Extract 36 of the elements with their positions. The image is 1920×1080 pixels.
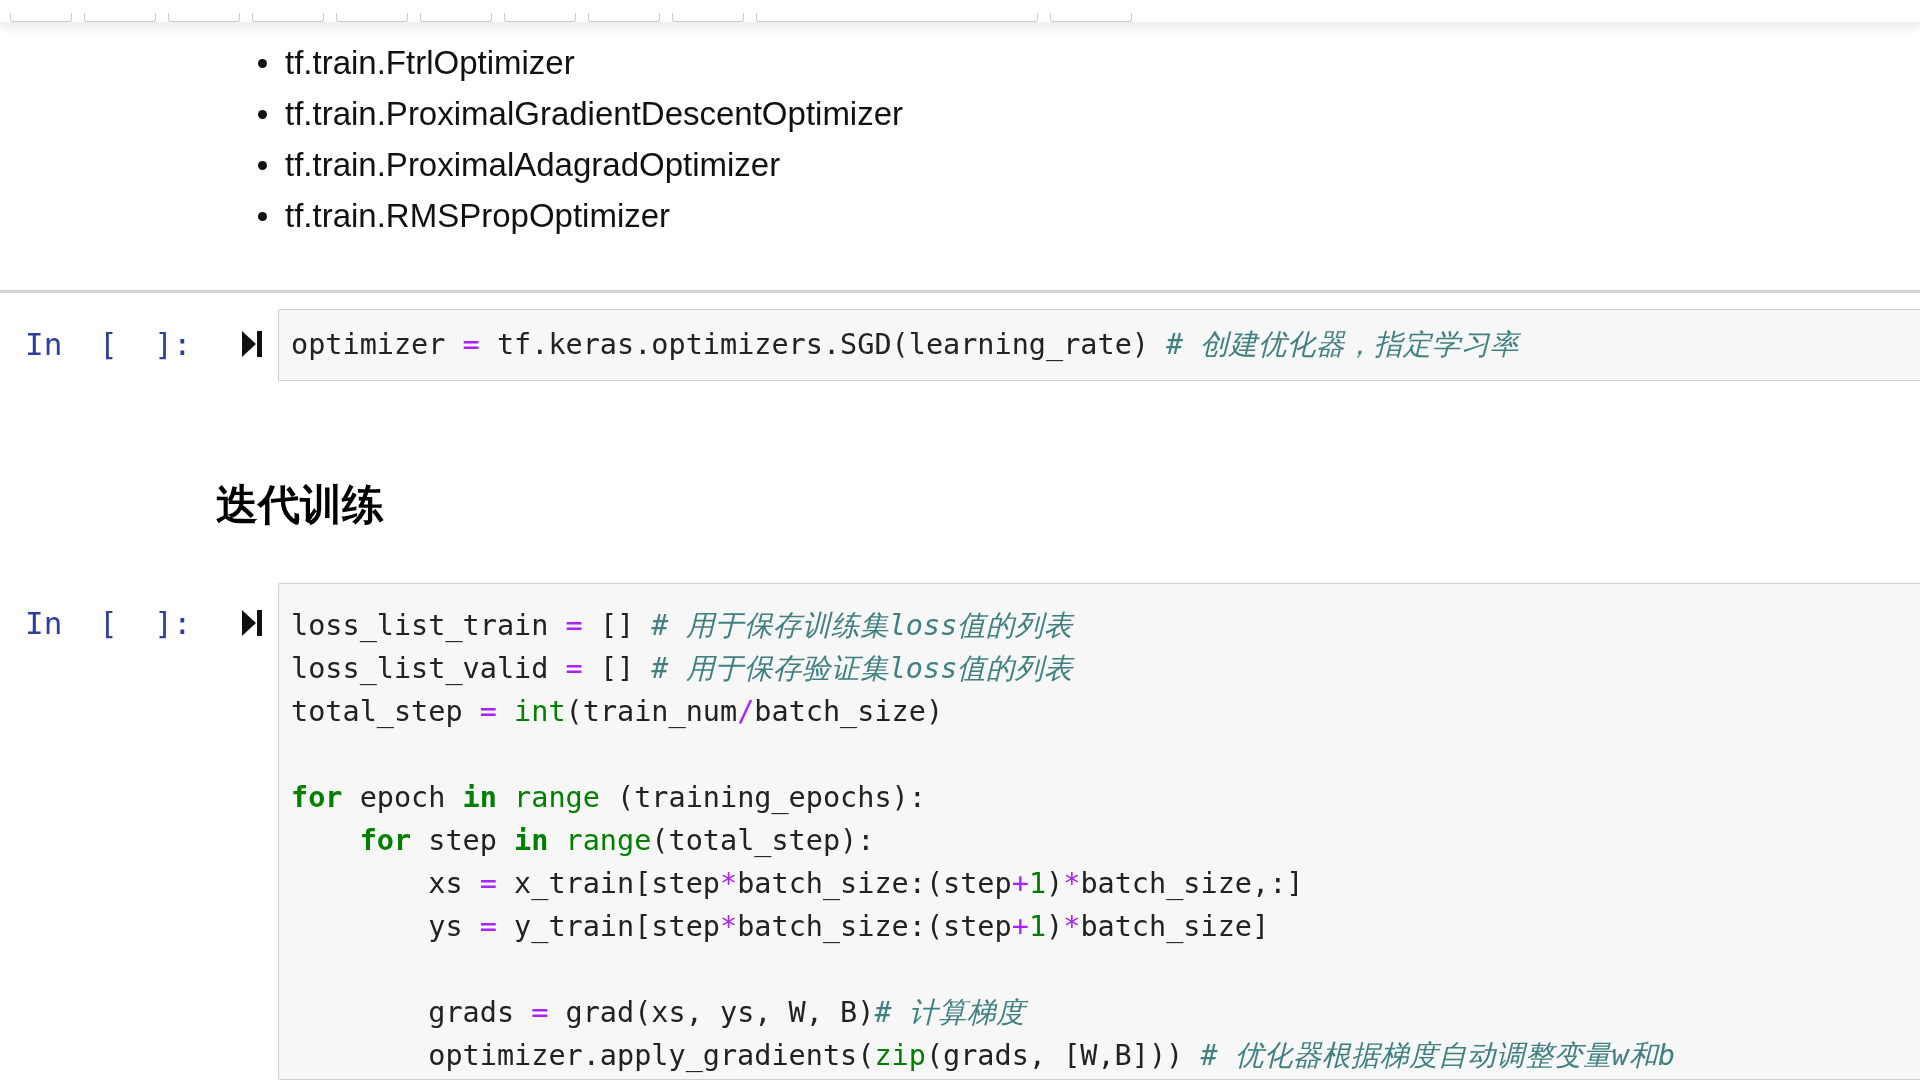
- toolbar-button[interactable]: [252, 12, 324, 22]
- toolbar-button[interactable]: [420, 12, 492, 22]
- list-item: tf.train.RMSPropOptimizer: [285, 197, 671, 236]
- toolbar-button[interactable]: [588, 12, 660, 22]
- code-cell[interactable]: [278, 583, 1920, 1080]
- code-line: ys = y_train[step*batch_size:(step+1)*batch_size]: [427, 909, 1271, 945]
- code-cell[interactable]: optimizer = tf.keras.optimizers.SGD(learning_rate) # 创建优化器，指定学习率: [278, 308, 1920, 381]
- bullet-icon: [258, 58, 267, 68]
- section-heading: 迭代训练: [216, 478, 384, 531]
- code-line: for step in range(total_step):: [358, 823, 876, 859]
- toolbar-button[interactable]: [10, 12, 72, 22]
- bullet-icon: [258, 109, 267, 119]
- toolbar-button[interactable]: [168, 12, 240, 22]
- code-line: total_step = int(train_num/batch_size): [291, 694, 945, 730]
- run-icon[interactable]: [240, 328, 264, 359]
- cell-prompt: In [ ]:: [25, 325, 192, 362]
- list-item: tf.train.ProximalGradientDescentOptimizer: [285, 95, 904, 134]
- cell-prompt: In [ ]:: [25, 605, 192, 641]
- bullet-icon: [258, 160, 267, 170]
- run-icon[interactable]: [240, 608, 264, 638]
- code-line: for epoch in range (training_epochs):: [291, 780, 927, 816]
- toolbar-button[interactable]: [1050, 12, 1132, 22]
- code-line: xs = x_train[step*batch_size:(step+1)*batch_size,:]: [427, 866, 1305, 902]
- bullet-icon: [258, 211, 267, 221]
- code-line: optimizer = tf.keras.optimizers.SGD(learning_rate) # 创建优化器，指定学习率: [291, 326, 1522, 363]
- toolbar-button[interactable]: [504, 12, 576, 22]
- toolbar-button[interactable]: [336, 12, 408, 22]
- code-line: optimizer.apply_gradients(zip(grads, [W,B])) # 优化器根据梯度自动调整变量w和b: [427, 1038, 1677, 1074]
- toolbar-button[interactable]: [756, 12, 1038, 22]
- code-line: loss_list_train = [] # 用于保存训练集loss值的列表: [291, 608, 1076, 644]
- list-item: tf.train.FtrlOptimizer: [285, 44, 575, 83]
- toolbar-button[interactable]: [672, 12, 744, 22]
- code-line: grads = grad(xs, ys, W, B)# 计算梯度: [291, 991, 1908, 1034]
- toolbar-button[interactable]: [84, 12, 156, 22]
- code-line: loss_list_valid = [] # 用于保存验证集loss值的列表: [291, 651, 1076, 687]
- list-item: tf.train.ProximalAdagradOptimizer: [285, 146, 781, 185]
